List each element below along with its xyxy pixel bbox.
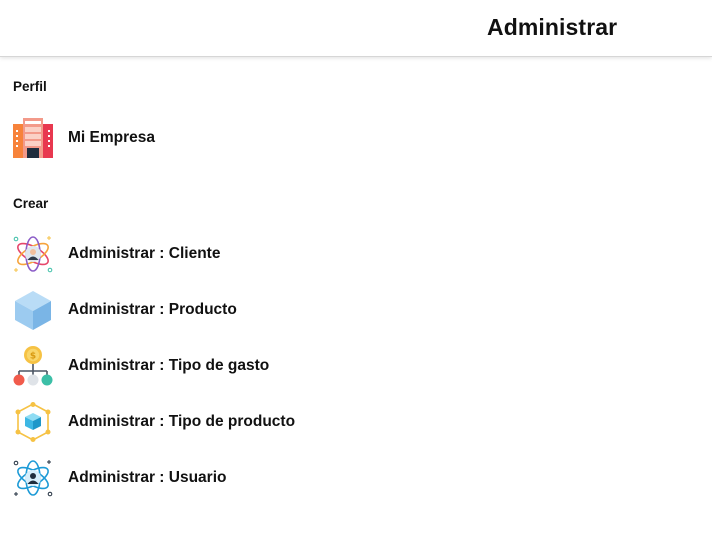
app-bar: Administrar (0, 0, 712, 56)
list-item-label: Administrar : Cliente (68, 245, 221, 262)
client-atom-icon (13, 234, 53, 274)
office-building-icon (13, 118, 53, 158)
list-item-usuario[interactable]: Administrar : Usuario (0, 450, 712, 506)
expense-tree-icon: $ (13, 346, 53, 386)
list-item-producto[interactable]: Administrar : Producto (0, 282, 712, 338)
list-item-label: Administrar : Usuario (68, 469, 227, 486)
list-item-mi-empresa[interactable]: Mi Empresa (0, 110, 712, 166)
list-item-tipo-de-producto[interactable]: Administrar : Tipo de producto (0, 394, 712, 450)
product-network-icon (13, 402, 53, 442)
list-item-label: Mi Empresa (68, 129, 156, 146)
list-item-label: Administrar : Producto (68, 301, 237, 318)
page-title: Administrar (487, 14, 618, 40)
user-atom-icon (13, 458, 53, 498)
svg-text:$: $ (30, 352, 36, 362)
list-item-tipo-de-gasto[interactable]: $ Administrar : Tipo de gasto (0, 338, 712, 394)
section-header-crear: Crear (13, 196, 49, 211)
list-item-label: Administrar : Tipo de gasto (68, 357, 270, 374)
section-header-perfil: Perfil (13, 79, 47, 94)
list-item-label: Administrar : Tipo de producto (68, 413, 296, 430)
cube-icon (13, 290, 53, 330)
list-item-cliente[interactable]: Administrar : Cliente (0, 226, 712, 282)
